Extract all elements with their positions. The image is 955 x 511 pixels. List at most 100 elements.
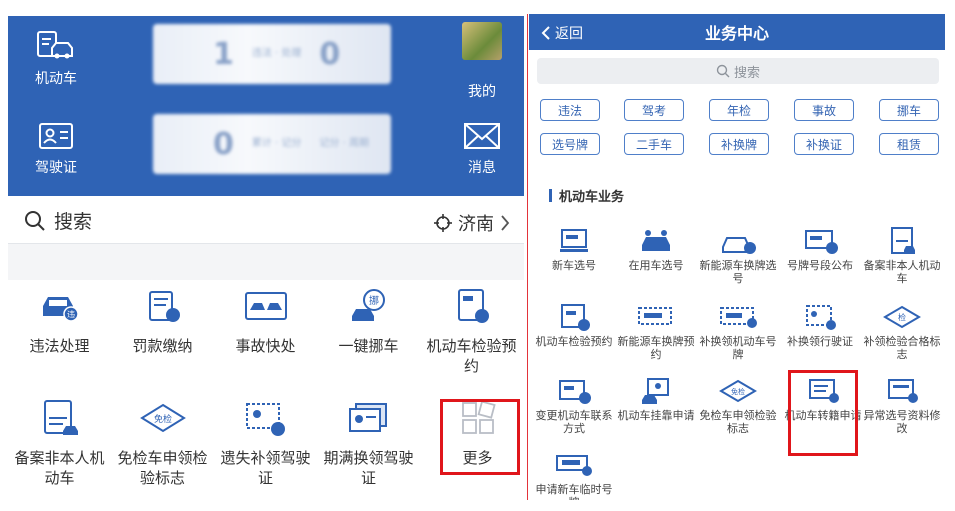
grid-item-violation[interactable]: 违 违法处理 — [8, 286, 111, 356]
grid-label: 罚款缴纳 — [132, 337, 193, 355]
me-label: 我的 — [468, 84, 496, 100]
service-label: 机动车检验预约 — [535, 335, 613, 348]
business-header: 返回 业务中心 — [529, 14, 945, 50]
vehicle-button[interactable]: 机动车 — [16, 24, 96, 94]
accident-icon — [244, 292, 287, 320]
service-item[interactable]: 机动车挂靠申请 — [615, 376, 697, 422]
tag[interactable]: 租赁 — [879, 133, 939, 155]
license-button[interactable]: 驾驶证 — [16, 114, 96, 184]
search-label: 搜索 — [54, 211, 93, 233]
violation-car-icon: 违 — [42, 297, 79, 322]
contact-change-icon — [559, 380, 591, 404]
temp-plate-icon — [556, 455, 592, 476]
service-item[interactable]: 号牌号段公布 — [779, 226, 861, 272]
search-icon — [25, 210, 45, 231]
grid-label: 违法处理 — [29, 337, 90, 355]
service-label: 号牌号段公布 — [787, 259, 853, 272]
home-search-bar[interactable]: 搜索 济南 — [8, 198, 524, 244]
back-label: 返回 — [555, 26, 583, 42]
inspection-booking-icon — [561, 304, 590, 331]
tag[interactable]: 驾考 — [624, 99, 684, 121]
vehicle-small-a: 违法 · 处理 — [251, 48, 302, 59]
locate-icon — [434, 214, 452, 232]
tag[interactable]: 违法 — [540, 99, 600, 121]
license-count-a: 0 — [213, 126, 234, 162]
vehicle-status-card[interactable]: 1 违法 · 处理 0 — [153, 24, 391, 84]
highlight-box — [440, 399, 520, 475]
tag[interactable]: 二手车 — [624, 133, 684, 155]
grid-item-fine[interactable]: 罚款缴纳 — [111, 286, 214, 356]
tag[interactable]: 选号牌 — [540, 133, 600, 155]
grid-item-accident[interactable]: 事故快处 — [214, 286, 317, 356]
service-item[interactable]: 变更机动车联系方式 — [533, 376, 615, 435]
service-item[interactable]: 补换领行驶证 — [779, 302, 861, 348]
home-header: 机动车 驾驶证 1 违法 · 处理 0 0 累计 · 记分 记分 · 周期 我的 — [8, 16, 524, 196]
driving-permit-icon — [806, 305, 836, 330]
tag[interactable]: 补换牌 — [709, 133, 769, 155]
license-small-b: 记分 · 周期 — [319, 138, 369, 149]
grid-item-reissue-license[interactable]: 遗失补领驾驶证 — [214, 398, 317, 488]
service-item[interactable]: 补换领机动车号牌 — [697, 302, 779, 361]
service-item[interactable]: 新车选号 — [533, 226, 615, 272]
license-card-icon — [39, 123, 73, 149]
exempt-label-icon: 免检 — [139, 403, 186, 433]
grid-item-exempt-label[interactable]: 免检 免检车申领检验标志 — [111, 398, 214, 488]
mail-icon — [464, 123, 500, 149]
grid-item-move-car[interactable]: 挪 一键挪车 — [317, 286, 420, 356]
ev-plate-icon — [722, 237, 756, 254]
service-item[interactable]: 机动车检验预约 — [533, 302, 615, 348]
service-item[interactable]: 在用车选号 — [615, 226, 697, 272]
tag[interactable]: 补换证 — [794, 133, 854, 155]
service-item[interactable]: 异常选号资料修改 — [861, 376, 943, 435]
tag[interactable]: 事故 — [794, 99, 854, 121]
me-button[interactable]: 我的 — [442, 42, 522, 112]
service-item[interactable]: 新能源车换牌预约 — [615, 302, 697, 361]
chevron-right-icon — [501, 215, 510, 231]
home-screen: 机动车 驾驶证 1 违法 · 处理 0 0 累计 · 记分 记分 · 周期 我的 — [8, 16, 524, 500]
chevron-left-icon — [541, 26, 550, 40]
svg-text:违: 违 — [67, 310, 75, 319]
service-label: 变更机动车联系方式 — [535, 409, 613, 435]
city-selector[interactable]: 济南 — [434, 210, 510, 236]
vehicle-label: 机动车 — [35, 71, 77, 87]
tag[interactable]: 年检 — [709, 99, 769, 121]
service-label: 机动车挂靠申请 — [617, 409, 695, 422]
service-item[interactable]: 申请新车临时号牌 — [533, 450, 615, 500]
license-status-card[interactable]: 0 累计 · 记分 记分 · 周期 — [153, 114, 391, 174]
abnormal-edit-icon — [888, 379, 918, 403]
service-item[interactable]: 检 补领检验合格标志 — [861, 302, 943, 361]
service-label: 异常选号资料修改 — [863, 409, 941, 435]
grid-label: 一键挪车 — [338, 337, 399, 355]
highlight-box — [788, 370, 858, 456]
register-vehicle-icon — [891, 227, 915, 254]
plate-range-icon — [805, 230, 838, 254]
service-label: 新车选号 — [552, 259, 596, 272]
new-car-plate-icon — [560, 229, 588, 252]
service-item[interactable]: 免检 免检车申领检验标志 — [697, 376, 779, 435]
service-item[interactable]: 新能源车换牌选号 — [697, 226, 779, 285]
tag[interactable]: 挪车 — [879, 99, 939, 121]
register-vehicle-icon — [43, 400, 78, 435]
messages-button[interactable]: 消息 — [442, 114, 522, 184]
vehicle-count-a: 1 — [213, 36, 234, 72]
service-label: 在用车选号 — [628, 259, 684, 272]
grid-item-renew-license[interactable]: 期满换领驾驶证 — [317, 398, 420, 488]
vehicle-count-b: 0 — [319, 36, 341, 72]
fine-payment-icon — [148, 291, 180, 322]
messages-label: 消息 — [468, 160, 496, 176]
plate-reissue-icon — [720, 307, 757, 328]
svg-text:检: 检 — [898, 312, 906, 322]
car-doc-icon — [37, 31, 73, 59]
grid-label: 遗失补领驾驶证 — [220, 449, 311, 487]
service-label: 补领检验合格标志 — [863, 335, 941, 361]
service-label: 新能源车换牌选号 — [699, 259, 777, 285]
move-car-icon: 挪 — [351, 289, 385, 321]
license-small-a: 累计 · 记分 — [251, 138, 302, 149]
back-button[interactable]: 返回 — [541, 23, 583, 43]
grid-item-inspection-booking[interactable]: 机动车检验预约 — [420, 286, 523, 376]
grid-item-register-vehicle[interactable]: 备案非本人机动车 — [8, 398, 111, 488]
service-item[interactable]: 备案非本人机动车 — [861, 226, 943, 285]
business-search-input[interactable]: 搜索 — [537, 58, 939, 84]
license-label: 驾驶证 — [35, 160, 77, 176]
svg-text:免检: 免检 — [153, 413, 171, 425]
